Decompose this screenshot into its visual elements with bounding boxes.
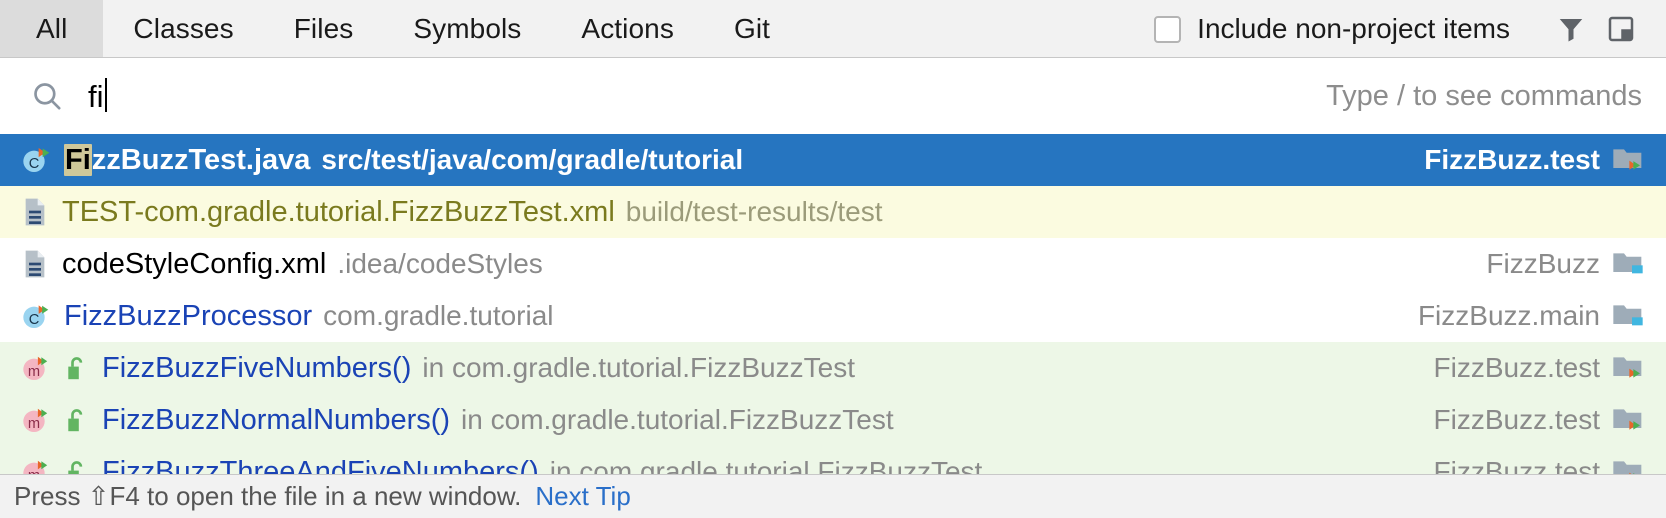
svg-text:m: m xyxy=(28,364,40,380)
module-test-folder-icon xyxy=(1612,404,1644,437)
tab-git[interactable]: Git xyxy=(704,0,800,58)
result-row-main: m FizzBuzzFiveNumbers() in com.gradle.tu… xyxy=(20,352,855,385)
result-module: FizzBuzz.test xyxy=(1410,404,1644,437)
tab-classes[interactable]: Classes xyxy=(103,0,263,58)
java-class-icon: C xyxy=(20,300,52,332)
svg-text:C: C xyxy=(29,312,40,328)
public-unlock-icon xyxy=(64,406,88,434)
result-path: src/test/java/com/gradle/tutorial xyxy=(321,144,744,175)
result-name: TEST-com.gradle.tutorial.FizzBuzzTest.xm… xyxy=(62,195,615,228)
result-module-label: FizzBuzz.test xyxy=(1433,404,1600,435)
result-path: in com.gradle.tutorial.FizzBuzzTest xyxy=(461,404,894,435)
open-in-panel-icon xyxy=(1608,16,1634,42)
svg-text:m: m xyxy=(28,416,40,432)
search-input-value: fi xyxy=(88,78,104,114)
result-row-main: m FizzBuzzNormalNumbers() in com.gradle.… xyxy=(20,404,894,437)
results-list[interactable]: C FizzBuzzTest.java src/test/java/com/gr… xyxy=(0,134,1666,518)
result-module: FizzBuzz xyxy=(1462,248,1644,281)
result-row-fizzbuzzfivenumbers[interactable]: m FizzBuzzFiveNumbers() in com.gradle.tu… xyxy=(0,342,1666,394)
text-caret xyxy=(104,77,107,112)
result-module: FizzBuzz.test xyxy=(1400,144,1644,177)
svg-text:C: C xyxy=(29,156,40,172)
result-row-main: codeStyleConfig.xml .idea/codeStyles xyxy=(20,248,543,281)
result-module-label: FizzBuzz.test xyxy=(1433,352,1600,383)
result-module-label: FizzBuzz.main xyxy=(1417,300,1600,331)
tab-symbols[interactable]: Symbols xyxy=(383,0,551,58)
result-name: FizzBuzzNormalNumbers() xyxy=(102,403,451,436)
result-row-main: C FizzBuzzTest.java src/test/java/com/gr… xyxy=(20,143,744,177)
result-name: FizzBuzzFiveNumbers() xyxy=(102,351,412,384)
result-module-label: FizzBuzz xyxy=(1486,248,1600,279)
java-class-test-icon: C xyxy=(20,144,52,176)
tab-all[interactable]: All xyxy=(0,0,104,58)
xml-file-icon xyxy=(20,196,50,228)
tab-label: Git xyxy=(733,13,771,44)
module-test-folder-icon xyxy=(1612,144,1644,177)
result-row-fizzbuzznormalnumbers[interactable]: m FizzBuzzNormalNumbers() in com.gradle.… xyxy=(0,394,1666,446)
result-module: FizzBuzz.main xyxy=(1394,300,1644,333)
result-row-fizzbuzzprocessor[interactable]: C FizzBuzzProcessor com.gradle.tutorial … xyxy=(0,290,1666,342)
method-test-icon: m xyxy=(20,352,52,384)
result-path: com.gradle.tutorial xyxy=(323,300,554,331)
filter-button[interactable] xyxy=(1548,6,1594,52)
search-commands-hint: Type / to see commands xyxy=(1326,79,1642,112)
result-module-label: FizzBuzz.test xyxy=(1424,144,1600,175)
open-in-panel-button[interactable] xyxy=(1598,6,1644,52)
checkbox-box-icon[interactable] xyxy=(1154,15,1182,43)
module-folder-icon xyxy=(1612,248,1644,281)
status-bar: Press ⇧F4 to open the file in a new wind… xyxy=(0,474,1666,518)
result-row-codestyleconfig-xml[interactable]: codeStyleConfig.xml .idea/codeStyles Fiz… xyxy=(0,238,1666,290)
search-everywhere-popup: All Classes Files Symbols Actions Git In… xyxy=(0,0,1666,518)
result-row-main: C FizzBuzzProcessor com.gradle.tutorial xyxy=(20,300,554,333)
result-name: FizzBuzzProcessor xyxy=(64,299,313,332)
search-icon xyxy=(30,79,64,113)
public-unlock-icon xyxy=(64,354,88,382)
result-name: codeStyleConfig.xml xyxy=(62,247,327,280)
result-name-rest: zzBuzzTest.java xyxy=(91,143,311,176)
tab-label: Symbols xyxy=(413,13,522,44)
filter-funnel-icon xyxy=(1559,19,1583,42)
module-folder-icon xyxy=(1612,300,1644,333)
tab-bar: All Classes Files Symbols Actions Git In… xyxy=(0,0,1666,58)
module-test-folder-icon xyxy=(1612,352,1644,385)
result-path: build/test-results/test xyxy=(625,196,883,227)
next-tip-link[interactable]: Next Tip xyxy=(535,481,630,512)
tab-actions[interactable]: Actions xyxy=(551,0,704,58)
tab-files[interactable]: Files xyxy=(264,0,384,58)
result-path: .idea/codeStyles xyxy=(337,248,543,279)
tab-bar-actions: Include non-project items xyxy=(1154,0,1666,58)
result-module: FizzBuzz.test xyxy=(1410,352,1644,385)
include-non-project-items-checkbox[interactable]: Include non-project items xyxy=(1154,13,1510,45)
tab-label: Classes xyxy=(133,13,234,44)
search-row[interactable]: fi Type / to see commands xyxy=(0,58,1666,134)
result-row-test-xml[interactable]: TEST-com.gradle.tutorial.FizzBuzzTest.xm… xyxy=(0,186,1666,238)
result-name: FizzBuzzTest.java xyxy=(64,143,311,177)
include-non-project-items-label: Include non-project items xyxy=(1197,13,1510,44)
tab-label: All xyxy=(36,13,68,44)
tab-label: Files xyxy=(293,13,354,44)
search-input[interactable]: fi xyxy=(88,77,107,115)
status-hint-text: Press ⇧F4 to open the file in a new wind… xyxy=(14,481,522,511)
xml-file-icon xyxy=(20,248,50,280)
result-row-fizzbuzztest-java[interactable]: C FizzBuzzTest.java src/test/java/com/gr… xyxy=(0,134,1666,186)
result-row-main: TEST-com.gradle.tutorial.FizzBuzzTest.xm… xyxy=(20,196,883,229)
method-test-icon: m xyxy=(20,404,52,436)
tab-label: Actions xyxy=(581,13,674,44)
match-highlight: Fi xyxy=(64,143,92,176)
result-path: in com.gradle.tutorial.FizzBuzzTest xyxy=(422,352,855,383)
